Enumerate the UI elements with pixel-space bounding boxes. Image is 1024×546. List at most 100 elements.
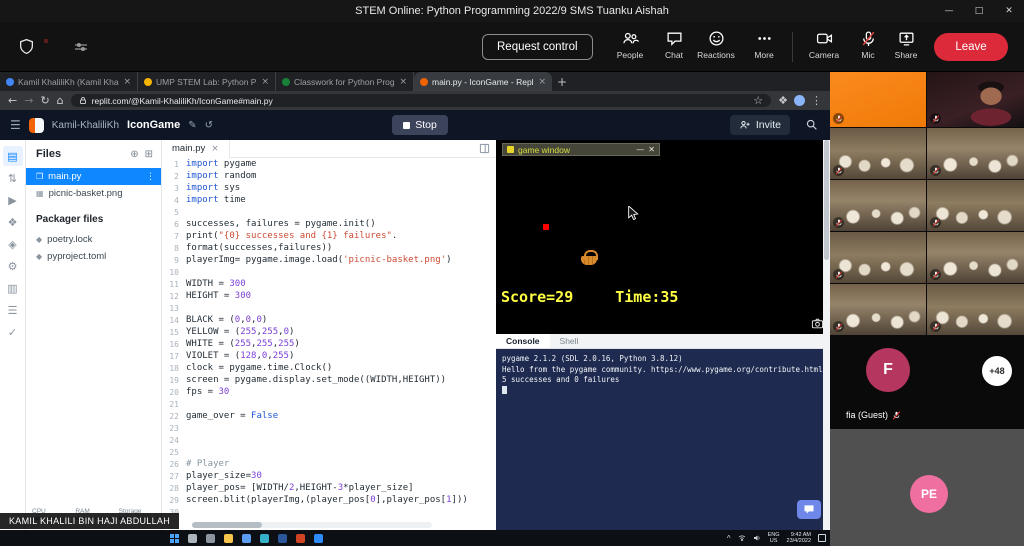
new-tab-button[interactable]: + [552,72,572,91]
browser-scrollbar[interactable] [823,140,830,530]
code-line[interactable]: 3 import sys [162,182,488,194]
run-icon[interactable]: ▶ [3,190,23,210]
code-line[interactable]: 6 successes, failures = pygame.init() [162,218,488,230]
taskbar-edge-icon[interactable] [260,533,269,543]
code-line[interactable]: 20 fps = 30 [162,386,488,398]
console-output[interactable]: pygame 2.1.2 (SDL 2.0.16, Python 3.8.12)… [496,349,830,530]
code-line[interactable]: 11 WIDTH = 300 [162,278,488,290]
participant-video[interactable] [927,180,1024,231]
tab-close-icon[interactable]: × [538,77,546,87]
participant-video[interactable] [830,72,926,127]
participant-video[interactable] [830,180,926,231]
browser-tab[interactable]: Classwork for Python Programm × [276,72,414,91]
code-line[interactable]: 16 WHITE = (255,255,255) [162,338,488,350]
taskbar-zoom-icon[interactable] [314,533,323,543]
code-line[interactable]: 27 player_size=30 [162,470,488,482]
notification-center-icon[interactable] [818,534,826,542]
minimize-button[interactable]: — [934,0,964,22]
packager-file-item[interactable]: ◆ poetry.lock [26,231,161,248]
code-line[interactable]: 13 [162,302,488,314]
participant-video[interactable] [830,128,926,179]
network-icon[interactable] [738,534,746,542]
chat-button[interactable]: Chat [650,30,698,60]
code-line[interactable]: 18 clock = pygame.time.Clock() [162,362,488,374]
invite-button[interactable]: Invite [729,115,790,135]
stop-button[interactable]: Stop [392,115,448,135]
taskbar-start-icon[interactable] [170,533,179,543]
rename-pencil-icon[interactable]: ✎ [188,120,196,131]
code-line[interactable]: 19 screen = pygame.display.set_mode((WIDT… [162,374,488,386]
taskbar-word-icon[interactable] [278,533,287,543]
code-line[interactable]: 21 [162,398,488,410]
version-control-icon[interactable]: ⇅ [3,168,23,188]
packages-icon[interactable]: ❖ [3,212,23,232]
checks-icon[interactable]: ✓ [3,322,23,342]
hamburger-menu-icon[interactable]: ☰ [10,118,21,132]
secrets-icon[interactable]: ◈ [3,234,23,254]
code-line[interactable]: 4 import time [162,194,488,206]
people-button[interactable]: People [606,30,654,60]
share-button[interactable]: Share [882,30,930,60]
participant-fia-section[interactable]: F +48 fia (Guest) [830,335,1024,429]
file-item[interactable]: ❐ main.py ⋮ [26,168,161,185]
file-item[interactable]: ▦ picnic-basket.png [26,185,161,202]
game-close-icon[interactable]: ✕ [648,145,655,154]
participant-video[interactable] [927,128,1024,179]
code-line[interactable]: 17 VIOLET = (128,0,255) [162,350,488,362]
taskbar-task-view-icon[interactable] [206,533,215,543]
overflow-count-badge[interactable]: +48 [982,356,1012,386]
back-button[interactable]: ← [8,95,17,106]
participant-video[interactable] [830,232,926,283]
browser-tab[interactable]: UMP STEM Lab: Python Progra × [138,72,276,91]
file-menu-icon[interactable]: ⋮ [146,172,155,182]
tab-console[interactable]: Console [496,334,550,348]
editor-horizontal-scrollbar[interactable] [192,522,432,528]
tab-shell[interactable]: Shell [550,334,589,348]
chat-bubble-button[interactable] [797,500,821,519]
browser-profile-avatar[interactable] [794,95,805,106]
code-line[interactable]: 22 game_over = False [162,410,488,422]
browser-tab[interactable]: Kamil KhaliliKh (Kamil Khalili Kh × [0,72,138,91]
tab-close-icon[interactable]: × [399,77,407,87]
clock[interactable]: 9:42 AM 23/4/2022 [787,532,811,544]
address-bar[interactable]: replit.com/@Kamil-KhaliliKh/IconGame#mai… [70,94,772,107]
code-line[interactable]: 5 [162,206,488,218]
code-line[interactable]: 23 [162,422,488,434]
language-indicator[interactable]: ENG US [768,532,780,544]
breadcrumb-user[interactable]: Kamil-KhaliliKh [52,120,119,131]
taskbar-chrome-icon[interactable] [242,533,251,543]
speaker-icon[interactable] [753,534,761,542]
code-lines[interactable]: 1 import pygame 2 import random 3 import sys 4… [162,158,488,518]
tab-close-icon[interactable]: × [261,77,269,87]
browser-menu-icon[interactable]: ⋮ [811,95,822,106]
taskbar-powerpoint-icon[interactable] [296,533,305,543]
code-line[interactable]: 25 [162,446,488,458]
code-line[interactable]: 24 [162,434,488,446]
settings-icon[interactable]: ⚙ [3,256,23,276]
forward-button[interactable]: → [24,95,33,106]
game-window-titlebar[interactable]: game window — ✕ [502,143,660,156]
close-button[interactable]: ✕ [994,0,1024,22]
participant-pe-section[interactable]: PE [830,429,1024,546]
taskbar-file-explorer-icon[interactable] [224,533,233,543]
code-line[interactable]: 12 HEIGHT = 300 [162,290,488,302]
code-line[interactable]: 14 BLACK = (0,0,0) [162,314,488,326]
reload-button[interactable]: ↻ [40,95,49,106]
packager-file-item[interactable]: ◆ pyproject.toml [26,248,161,265]
participant-video[interactable] [927,232,1024,283]
participant-video[interactable] [927,284,1024,335]
camera-button[interactable]: Camera [800,30,848,60]
bookmark-star-icon[interactable]: ☆ [753,95,763,106]
tray-expand-icon[interactable]: ^ [727,534,731,543]
code-line[interactable]: 8 format(successes,failures)) [162,242,488,254]
search-icon[interactable] [805,118,818,131]
leave-button[interactable]: Leave [934,33,1008,61]
breadcrumb-repl[interactable]: IconGame [127,119,180,131]
docs-icon[interactable]: ☰ [3,300,23,320]
add-folder-icon[interactable]: ⊞ [145,149,153,160]
participant-video-host[interactable] [927,72,1024,127]
add-file-icon[interactable]: ⊕ [130,149,138,160]
extensions-icon[interactable]: ❖ [778,95,788,106]
reactions-button[interactable]: Reactions [692,30,740,60]
code-line[interactable]: 28 player_pos= [WIDTH/2,HEIGHT-3*player_s… [162,482,488,494]
